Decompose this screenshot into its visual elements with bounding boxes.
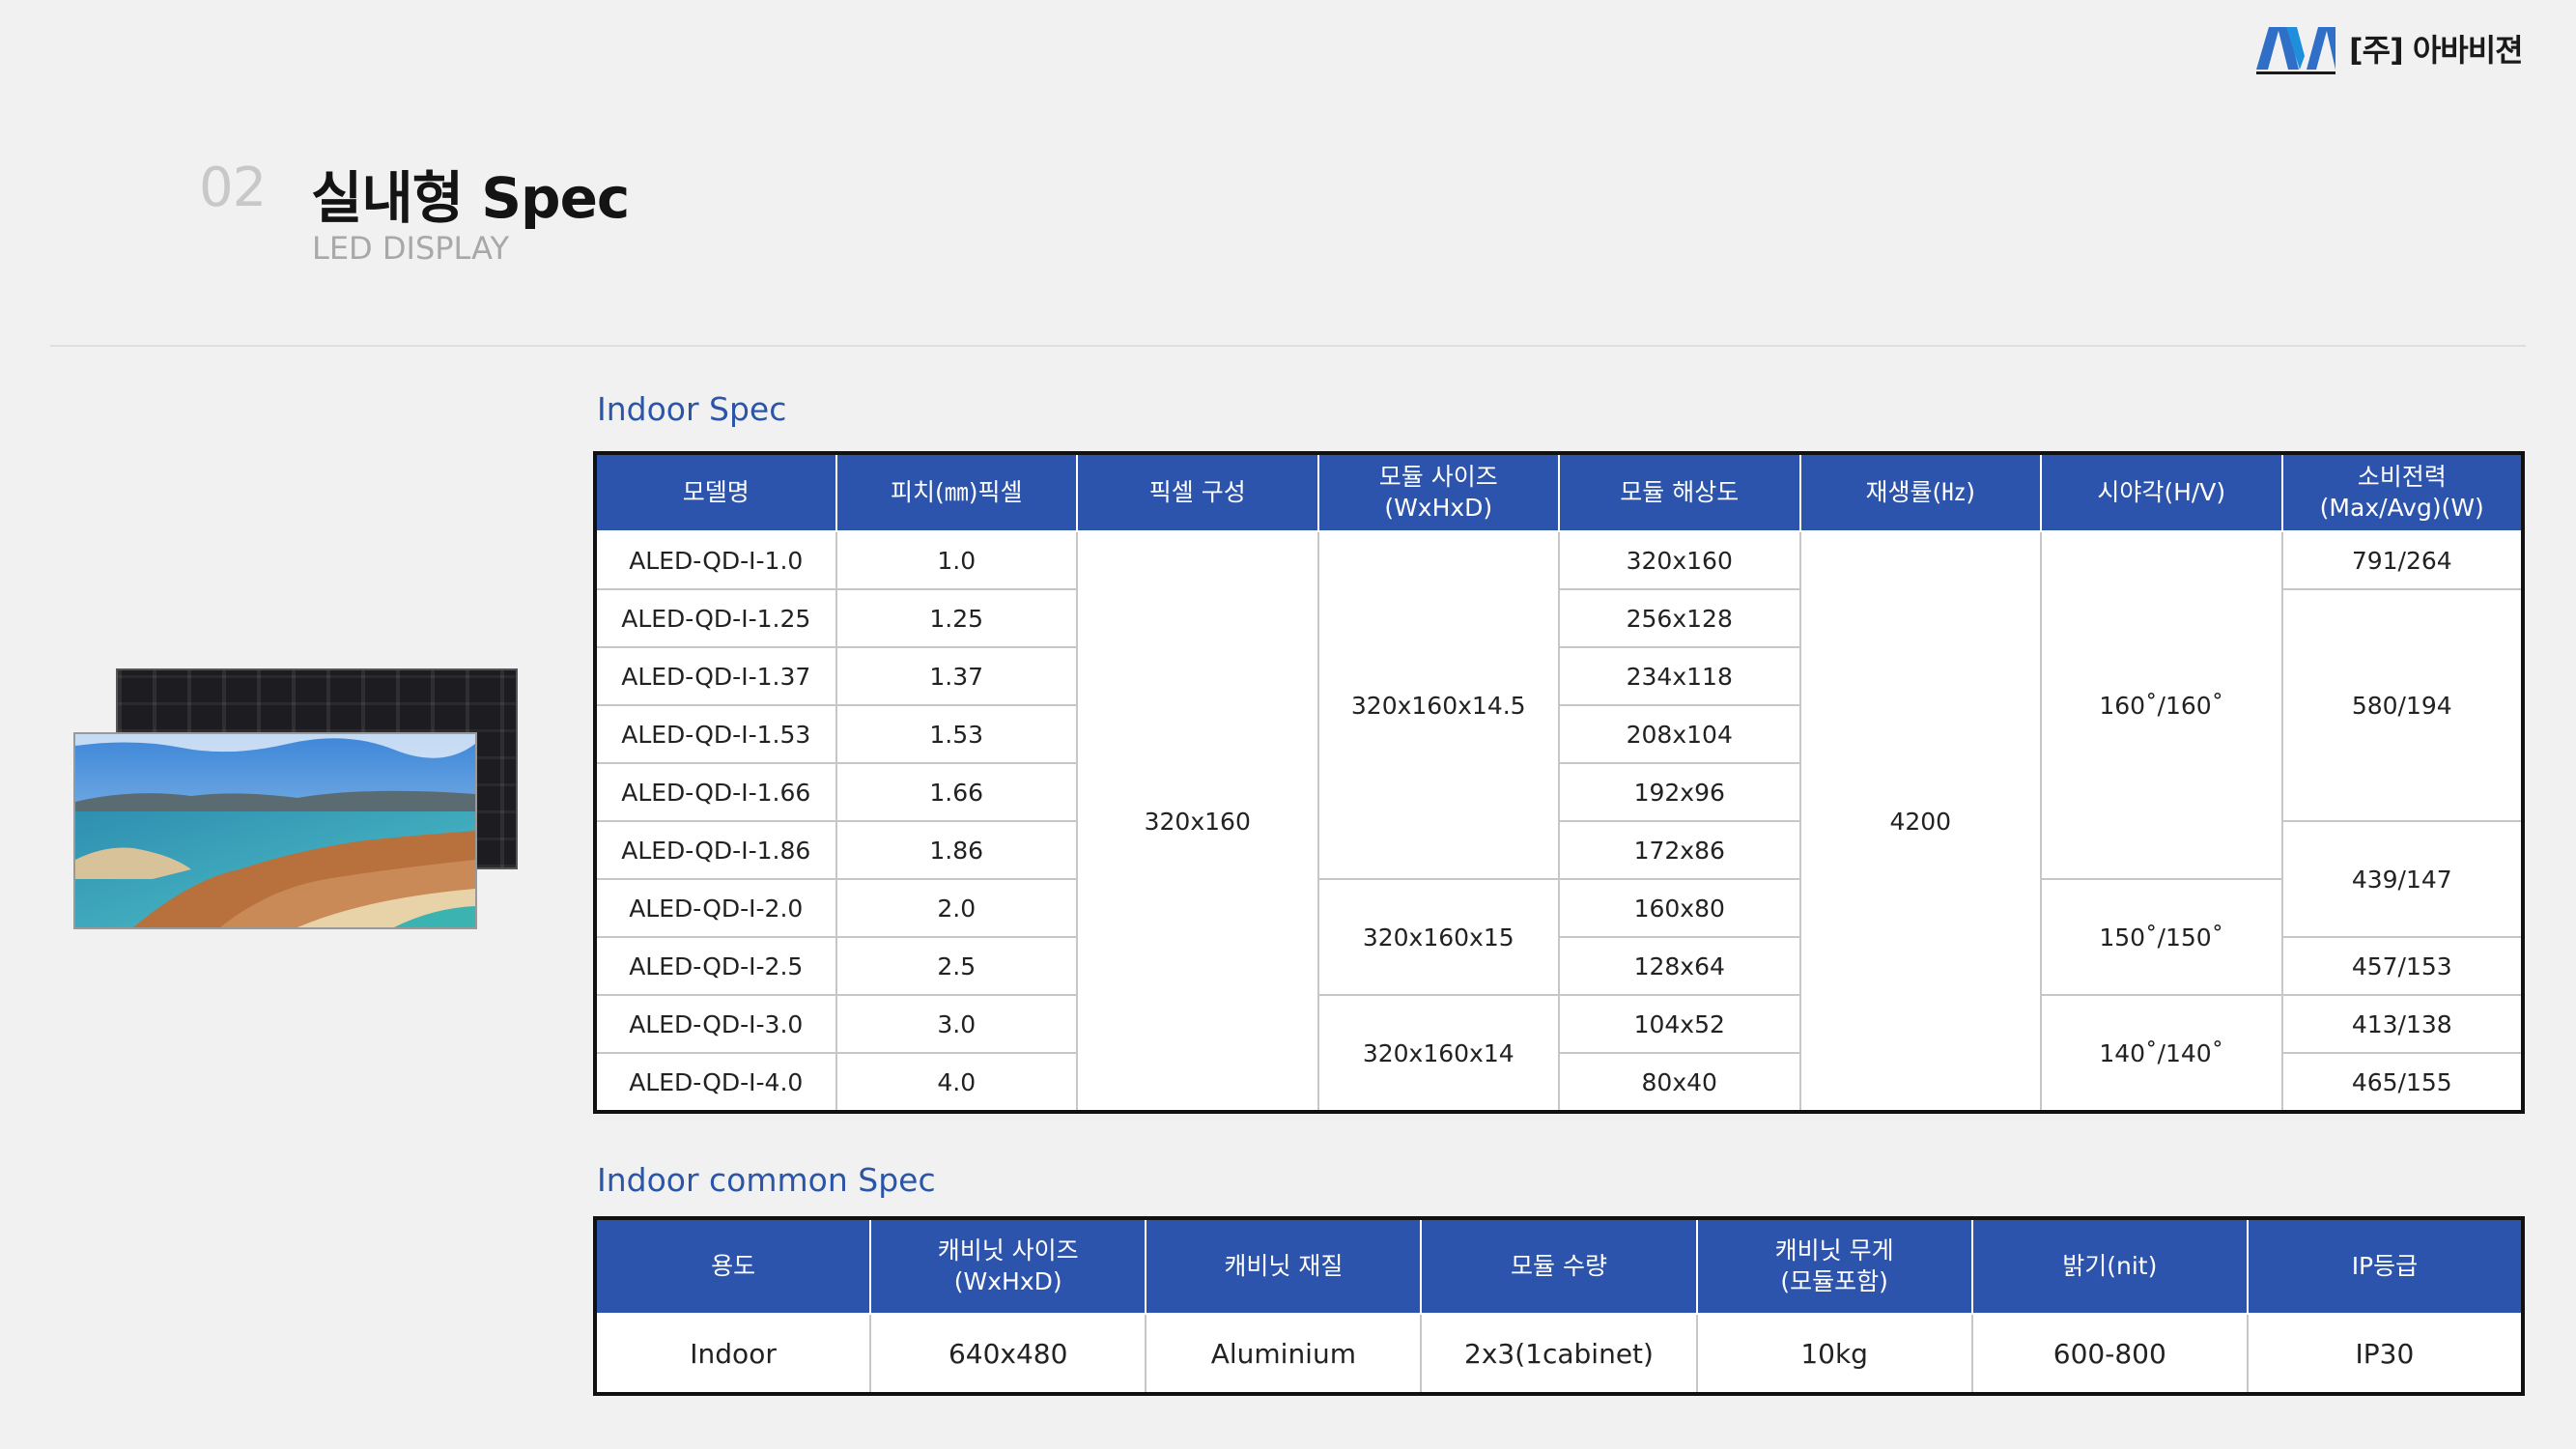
section-subtitle: LED DISPLAY <box>312 230 510 267</box>
cell-viewing-angle: 140˚/140˚ <box>2040 994 2283 1113</box>
cell-cabinet-size: 640x480 <box>869 1313 1147 1395</box>
cell-power: 580/194 <box>2280 588 2524 822</box>
cell-pitch: 1.66 <box>835 762 1078 822</box>
header-module-size: 모듈 사이즈 (WxHxD) <box>1316 453 1560 532</box>
cell-resolution: 80x40 <box>1558 1052 1801 1113</box>
header-refresh-rate: 재생률(㎐) <box>1798 453 2042 532</box>
cell-resolution: 160x80 <box>1558 878 1801 938</box>
table-row: ALED-QD-I-2.0 2.0 320x160x15 160x80 150˚… <box>594 878 2523 996</box>
led-display-front <box>73 732 477 929</box>
cell-resolution: 234x118 <box>1558 646 1801 706</box>
cell-resolution: 172x86 <box>1558 820 1801 880</box>
cell-power: 457/153 <box>2280 936 2524 996</box>
header-module-count: 모듈 수량 <box>1420 1218 1698 1315</box>
common-spec-table: 용도 캐비닛 사이즈 (WxHxD) 캐비닛 재질 모듈 수량 캐비닛 무게 (… <box>593 1216 2525 1396</box>
cell-model: ALED-QD-I-1.53 <box>594 704 837 764</box>
led-panel-image <box>71 665 518 935</box>
header-ip-rating: IP등급 <box>2246 1218 2525 1315</box>
cell-power: 465/155 <box>2280 1052 2524 1113</box>
indoor-spec-table: 모델명 피치(㎜)픽셀 픽셀 구성 모듈 사이즈 (WxHxD) 모듈 해상도 … <box>593 451 2525 1114</box>
cell-model: ALED-QD-I-1.66 <box>594 762 837 822</box>
header-pixel-config: 픽셀 구성 <box>1076 453 1319 532</box>
table-row: ALED-QD-I-1.0 1.0 320x160 320x160x14.5 3… <box>594 530 2524 1113</box>
header-resolution: 모듈 해상도 <box>1558 453 1801 532</box>
cell-pitch: 1.25 <box>835 588 1078 648</box>
section-title: 실내형 Spec <box>311 165 630 231</box>
cell-model: ALED-QD-I-1.0 <box>594 530 837 590</box>
header-cabinet-material: 캐비닛 재질 <box>1145 1218 1423 1315</box>
header-brightness: 밝기(nit) <box>1970 1218 2249 1315</box>
indoor-spec-title: Indoor Spec <box>597 390 787 428</box>
cell-resolution: 192x96 <box>1558 762 1801 822</box>
cell-viewing-angle: 160˚/160˚ <box>2040 530 2283 880</box>
ava-logo-icon <box>2256 27 2335 74</box>
cell-model: ALED-QD-I-1.37 <box>594 646 837 706</box>
cell-power: 413/138 <box>2280 994 2524 1054</box>
table-header-row: 용도 캐비닛 사이즈 (WxHxD) 캐비닛 재질 모듈 수량 캐비닛 무게 (… <box>593 1218 2525 1315</box>
cell-resolution: 128x64 <box>1558 936 1801 996</box>
cell-pitch: 1.86 <box>835 820 1078 880</box>
cell-pitch: 4.0 <box>835 1052 1078 1113</box>
header-cabinet-weight: 캐비닛 무게 (모듈포함) <box>1695 1218 1973 1315</box>
cell-power: 791/264 <box>2280 530 2524 590</box>
cell-cabinet-weight: 10kg <box>1695 1313 1973 1395</box>
cell-pitch: 2.5 <box>835 936 1078 996</box>
table-row: Indoor 640x480 Aluminium 2x3(1cabinet) 1… <box>593 1313 2525 1395</box>
cell-pitch: 3.0 <box>835 994 1078 1054</box>
cell-model: ALED-QD-I-4.0 <box>594 1052 837 1113</box>
cell-power: 439/147 <box>2280 820 2524 938</box>
cell-refresh-rate: 4200 <box>1798 530 2042 1113</box>
table-header-row: 모델명 피치(㎜)픽셀 픽셀 구성 모듈 사이즈 (WxHxD) 모듈 해상도 … <box>594 453 2524 532</box>
company-name: [주] 아바비젼 <box>2349 32 2524 69</box>
company-logo: [주] 아바비젼 <box>2254 21 2524 75</box>
cell-pitch: 1.0 <box>835 530 1078 590</box>
header-pitch: 피치(㎜)픽셀 <box>835 453 1078 532</box>
cell-module-size: 320x160x14.5 <box>1316 530 1560 880</box>
cell-pitch: 2.0 <box>835 878 1078 938</box>
cell-resolution: 208x104 <box>1558 704 1801 764</box>
header-model: 모델명 <box>594 453 837 532</box>
cell-cabinet-material: Aluminium <box>1145 1313 1423 1395</box>
cell-brightness: 600-800 <box>1970 1313 2249 1395</box>
table-row: ALED-QD-I-3.0 3.0 320x160x14 104x52 140˚… <box>594 994 2524 1113</box>
header-viewing-angle: 시야각(H/V) <box>2040 453 2283 532</box>
cell-viewing-angle: 150˚/150˚ <box>2040 878 2283 996</box>
cell-usage: Indoor <box>593 1313 872 1395</box>
cell-model: ALED-QD-I-2.0 <box>594 878 837 938</box>
cell-pitch: 1.37 <box>835 646 1078 706</box>
common-spec-title: Indoor common Spec <box>597 1161 936 1199</box>
header-divider <box>50 345 2526 347</box>
cell-model: ALED-QD-I-3.0 <box>594 994 837 1054</box>
cell-pixel-config: 320x160 <box>1076 530 1319 1113</box>
header-usage: 용도 <box>593 1218 872 1315</box>
cell-model: ALED-QD-I-1.25 <box>594 588 837 648</box>
cell-resolution: 104x52 <box>1558 994 1801 1054</box>
cell-module-count: 2x3(1cabinet) <box>1420 1313 1698 1395</box>
cell-module-size: 320x160x14 <box>1316 994 1560 1113</box>
cell-resolution: 256x128 <box>1558 588 1801 648</box>
header-cabinet-size: 캐비닛 사이즈 (WxHxD) <box>869 1218 1147 1315</box>
header-power: 소비전력 (Max/Avg)(W) <box>2280 453 2524 532</box>
section-number: 02 <box>199 156 267 219</box>
cell-model: ALED-QD-I-1.86 <box>594 820 837 880</box>
cell-ip-rating: IP30 <box>2246 1313 2525 1395</box>
cell-model: ALED-QD-I-2.5 <box>594 936 837 996</box>
cell-module-size: 320x160x15 <box>1316 878 1560 996</box>
cell-pitch: 1.53 <box>835 704 1078 764</box>
cell-resolution: 320x160 <box>1558 530 1801 590</box>
